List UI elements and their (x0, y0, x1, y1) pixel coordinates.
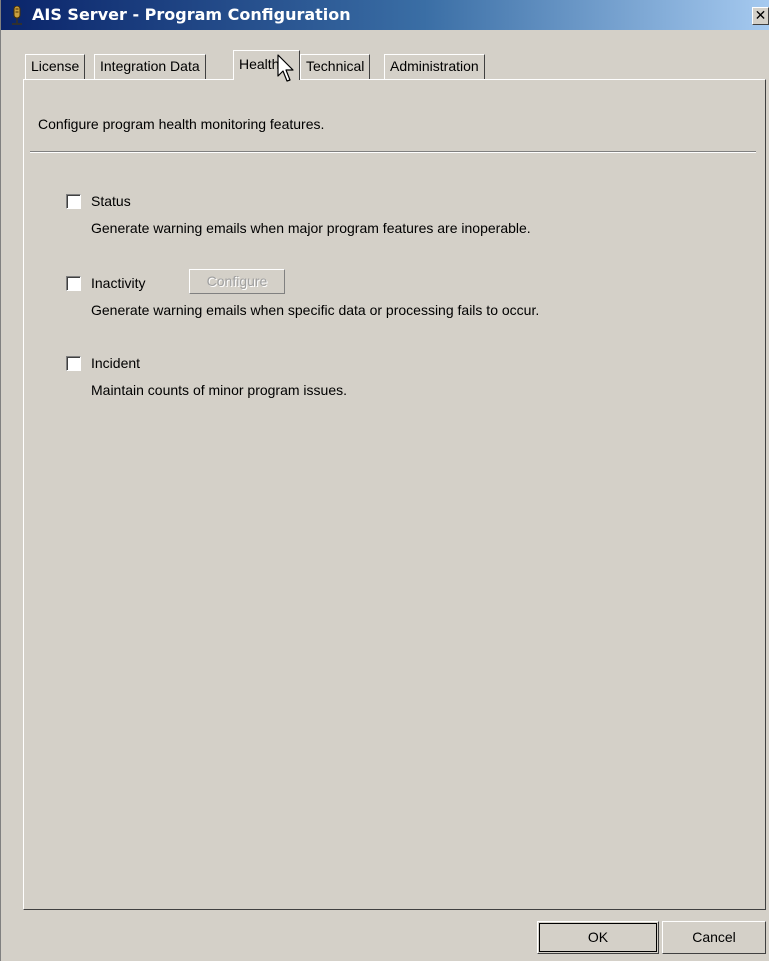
close-icon: ✕ (754, 7, 767, 23)
status-description: Generate warning emails when major progr… (91, 220, 531, 236)
window-title: AIS Server - Program Configuration (32, 5, 351, 24)
health-tab-panel: Configure program health monitoring feat… (23, 79, 766, 910)
program-configuration-window: AIS Server - Program Configuration ✕ Lic… (0, 0, 769, 961)
tab-administration-label: Administration (390, 58, 479, 74)
close-button[interactable]: ✕ (752, 7, 769, 25)
tab-technical[interactable]: Technical (300, 54, 371, 79)
tab-technical-label: Technical (306, 58, 365, 74)
tab-integration-data-label: Integration Data (100, 58, 200, 74)
tab-license-label: License (31, 58, 80, 74)
divider (30, 151, 756, 153)
status-label[interactable]: Status (91, 193, 131, 209)
tab-administration[interactable]: Administration (384, 54, 485, 79)
configure-button[interactable]: Configure (189, 269, 285, 294)
tab-integration-data[interactable]: Integration Data (94, 54, 206, 79)
title-bar[interactable]: AIS Server - Program Configuration ✕ (1, 0, 769, 30)
tab-health-label: Health (239, 56, 280, 72)
status-checkbox[interactable] (66, 194, 81, 209)
inactivity-description: Generate warning emails when specific da… (91, 302, 540, 318)
panel-description: Configure program health monitoring feat… (38, 116, 325, 132)
microphone-icon (12, 6, 22, 25)
incident-checkbox[interactable] (66, 356, 81, 371)
incident-label[interactable]: Incident (91, 355, 140, 371)
ok-button[interactable]: OK (537, 921, 659, 954)
mouse-pointer-icon (277, 54, 294, 82)
tab-license[interactable]: License (25, 54, 86, 79)
inactivity-label[interactable]: Inactivity (91, 275, 145, 291)
incident-description: Maintain counts of minor program issues. (91, 382, 347, 398)
inactivity-checkbox[interactable] (66, 276, 81, 291)
cancel-button[interactable]: Cancel (662, 921, 766, 954)
